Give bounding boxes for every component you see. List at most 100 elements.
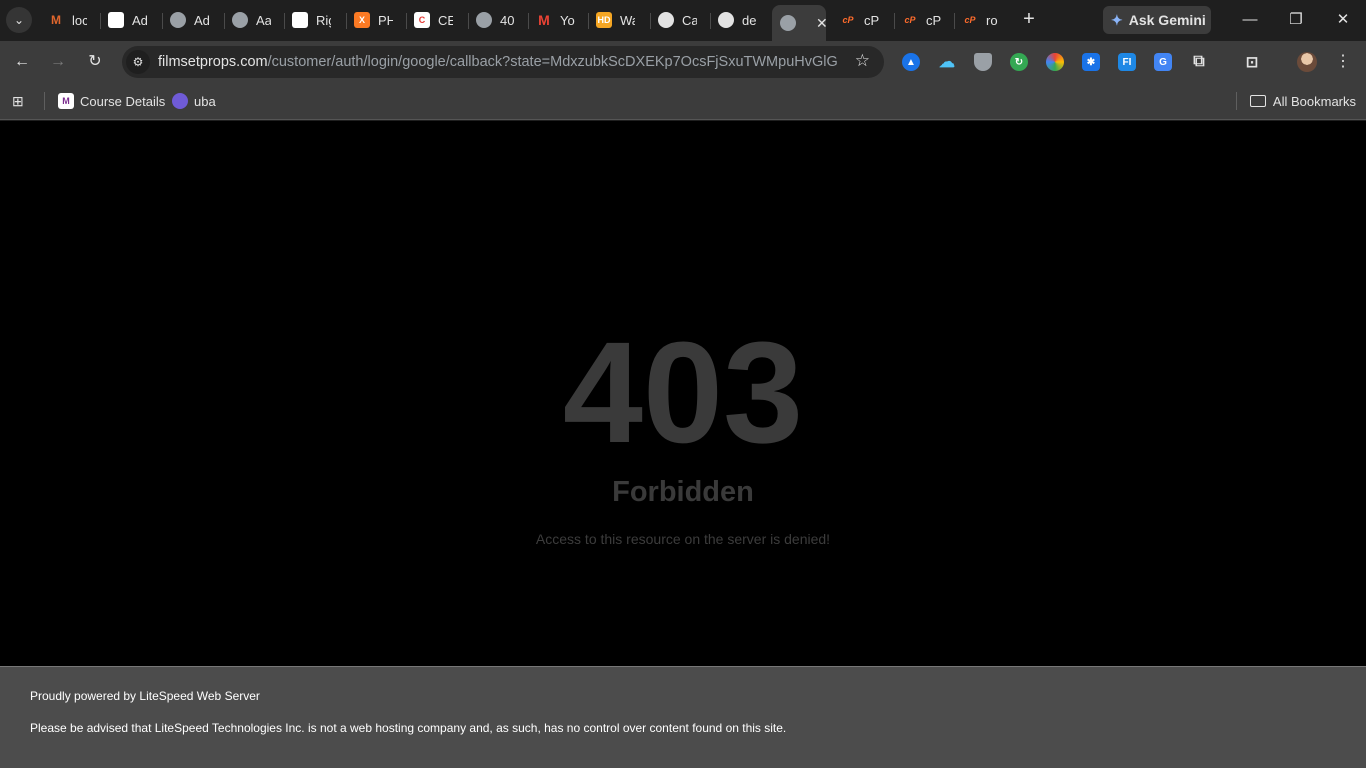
close-tab-icon[interactable]: ✕ <box>816 15 826 32</box>
bookmark-label: Course Details <box>80 93 166 109</box>
tab-separator <box>346 13 347 29</box>
browser-tab[interactable]: cP cPa <box>840 8 879 32</box>
toolbar: ← → ↻ ⚙ filmsetprops.com/customer/auth/l… <box>0 41 1366 83</box>
refresh-extension-icon[interactable]: ↻ <box>1010 53 1028 71</box>
tab-title: cPa <box>926 12 941 28</box>
tab-title: Rig <box>316 12 331 28</box>
openai-icon <box>658 12 674 28</box>
bookmark-star-icon[interactable]: ☆ <box>855 51 870 71</box>
tab-separator <box>406 13 407 29</box>
error-title: Forbidden <box>612 476 754 508</box>
tab-title: Wa <box>620 12 635 28</box>
browser-tab[interactable]: Aa <box>232 8 271 32</box>
tab-separator <box>100 13 101 29</box>
browser-tab[interactable]: cP cPa <box>902 8 941 32</box>
browser-tab[interactable]: Ad <box>170 8 209 32</box>
browser-menu-icon[interactable]: ⋮ <box>1333 50 1353 74</box>
tab-title: 40 <box>500 12 515 28</box>
all-bookmarks-button[interactable]: All Bookmarks <box>1249 91 1356 111</box>
page-content: 403 Forbidden Access to this resource on… <box>0 121 1366 666</box>
tab-separator <box>468 13 469 29</box>
reload-button[interactable]: ↻ <box>83 50 107 74</box>
screenshot-icon[interactable]: ⊡ <box>1243 53 1261 71</box>
tab-title: Ca <box>682 12 697 28</box>
url-domain: filmsetprops.com <box>158 54 268 70</box>
cloud-extension-icon[interactable]: ☁ <box>938 53 956 71</box>
cpanel-icon: cP <box>842 15 854 25</box>
bookmark-label: uba <box>194 93 216 109</box>
profile-avatar[interactable] <box>1297 52 1317 72</box>
advisory-text: Please be advised that LiteSpeed Technol… <box>30 721 787 735</box>
tab-separator <box>528 13 529 29</box>
globe-icon <box>232 12 248 28</box>
fi-extension-icon[interactable]: FI <box>1118 53 1136 71</box>
bookmarks-divider <box>1236 92 1237 110</box>
close-window-button[interactable]: ✕ <box>1331 8 1355 32</box>
folder-icon <box>1249 95 1266 107</box>
moodle-icon: M <box>51 13 61 27</box>
browser-tab[interactable]: 40 <box>476 8 515 32</box>
tab-title: ro <box>986 12 998 28</box>
site-info-icon[interactable]: ⚙ <box>126 50 150 74</box>
bookmarks-divider <box>44 92 45 110</box>
browser-tab[interactable]: X PH <box>354 8 393 32</box>
browser-tab[interactable]: cP ro <box>962 8 1001 32</box>
tab-separator <box>954 13 955 29</box>
tab-separator <box>162 13 163 29</box>
back-button[interactable]: ← <box>10 50 34 74</box>
tab-search-button[interactable]: ⌄ <box>6 7 32 33</box>
browser-tab[interactable]: C CE <box>414 8 453 32</box>
browser-chrome: ⌄ Mloc Ad Ad Aa Rig X PH C CE 40 M Yo HD Wa Ca de ✕ cP cPa… <box>0 0 1366 121</box>
cloud-upload-extension-icon[interactable]: ▲ <box>902 53 920 71</box>
browser-tab[interactable]: Ca <box>658 8 697 32</box>
cpanel-icon: cP <box>964 15 976 25</box>
gemini-icon: ✦ <box>1111 11 1123 28</box>
forward-button[interactable]: → <box>46 50 70 74</box>
gmail-icon: M <box>538 12 550 28</box>
bookmark-uba[interactable]: uba <box>172 91 216 111</box>
tab-separator <box>710 13 711 29</box>
apps-grid-icon[interactable]: ⊞ <box>12 93 28 109</box>
tab-title: PH <box>378 12 393 28</box>
error-code: 403 <box>562 312 804 473</box>
browser-tab[interactable]: Ad <box>108 8 147 32</box>
globe-icon <box>780 15 796 31</box>
tab-separator <box>894 13 895 29</box>
course-details-favicon: M <box>58 93 74 109</box>
browser-tab[interactable]: Rig <box>292 8 331 32</box>
color-extension-icon[interactable] <box>1046 53 1064 71</box>
new-tab-button[interactable]: + <box>1018 8 1040 32</box>
browser-tab[interactable]: M Yo <box>536 8 575 32</box>
tab-separator <box>650 13 651 29</box>
tab-strip: ⌄ Mloc Ad Ad Aa Rig X PH C CE 40 M Yo HD Wa Ca de ✕ cP cPa… <box>0 0 1366 41</box>
site-icon <box>108 12 124 28</box>
tab-separator <box>224 13 225 29</box>
tab-title: loc <box>72 12 87 28</box>
tab-title: CE <box>438 12 453 28</box>
browser-tab[interactable]: de <box>718 8 757 32</box>
bookmarks-bar: ⊞ M Course Details uba All Bookmarks <box>0 83 1366 120</box>
globe-icon <box>476 12 492 28</box>
globe-icon <box>170 12 186 28</box>
browser-tab[interactable]: ✕ <box>772 5 826 41</box>
gear-extension-icon[interactable]: ✱ <box>1082 53 1100 71</box>
site-icon <box>292 12 308 28</box>
browser-tab[interactable]: HD Wa <box>596 8 635 32</box>
url-text[interactable]: filmsetprops.com/customer/auth/login/goo… <box>158 54 838 70</box>
ce-icon: C <box>414 12 430 28</box>
bookmark-course-details[interactable]: M Course Details <box>58 91 165 111</box>
shield-extension-icon[interactable] <box>974 53 992 71</box>
ask-gemini-label: Ask Gemini <box>1128 12 1206 28</box>
tab-title: cPa <box>864 12 879 28</box>
restore-button[interactable]: ❐ <box>1284 8 1308 32</box>
hd-icon: HD <box>596 12 612 28</box>
uba-favicon <box>172 93 188 109</box>
tab-title: Ad <box>132 12 147 28</box>
ask-gemini-button[interactable]: ✦ Ask Gemini <box>1103 6 1211 34</box>
browser-tab[interactable]: Mloc <box>48 8 87 32</box>
address-bar[interactable]: ⚙ filmsetprops.com/customer/auth/login/g… <box>122 46 884 78</box>
translate-extension-icon[interactable]: G <box>1154 53 1172 71</box>
extensions-puzzle-icon[interactable]: ⧉ <box>1190 53 1208 71</box>
error-message: Access to this resource on the server is… <box>535 531 831 547</box>
minimize-button[interactable]: — <box>1238 8 1262 32</box>
